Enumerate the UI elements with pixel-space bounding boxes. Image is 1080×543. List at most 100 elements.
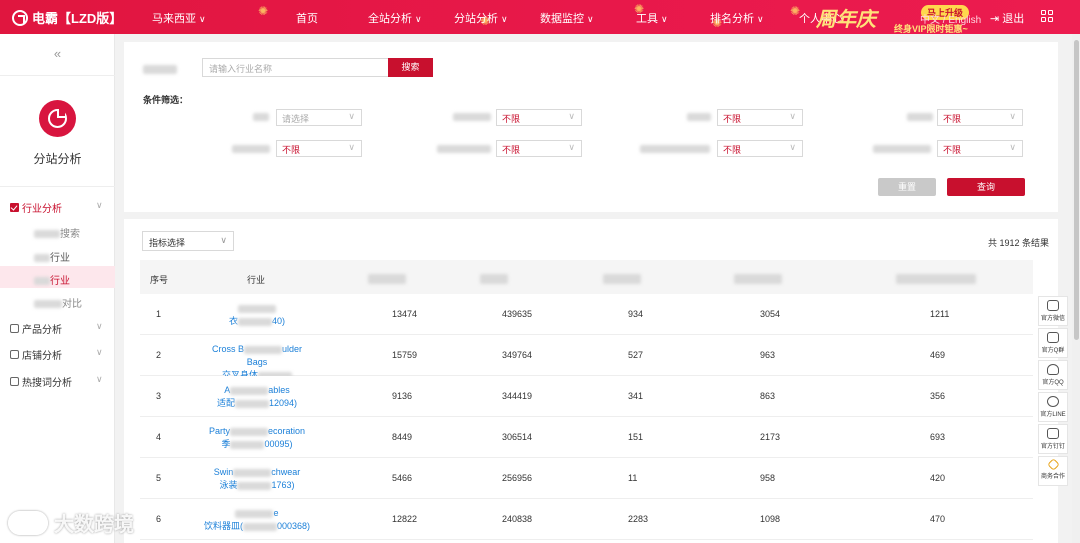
wechat-contact-button[interactable]: 官方微信 [1038,296,1068,326]
scrollbar-thumb[interactable] [1074,40,1079,340]
filter-select-value: 请选择 [282,114,310,124]
row-index: 2 [156,350,162,360]
industry-name-en-suffix: e [273,508,279,518]
column-header-metric[interactable] [368,273,406,284]
float-item-label: 官方钉钉 [1040,444,1065,450]
table-row: 5 Swin chwear 泳装 1763) 5466 256956 11 958 420 [140,458,1033,499]
sidebar-item-industry-analysis[interactable]: 行业分析 [10,200,62,215]
filter-select-value: 不限 [723,114,742,124]
region-selector[interactable]: 马来西亚 ∨ [152,10,206,26]
query-button[interactable]: 查询 [947,178,1025,196]
logout-button[interactable]: ⇥ 退出 [990,10,1024,26]
metric-value: 240838 [502,514,533,524]
sidebar-subitem[interactable]: 搜索 [34,225,80,240]
search-input[interactable]: 请输入行业名称 [202,58,388,77]
qq-group-contact-button[interactable]: 官方Q群 [1038,328,1068,358]
industry-name-cn: 季 [221,439,231,449]
nav-data-monitor-label: 数据监控 [540,13,584,25]
float-item-label: 官方Q群 [1041,348,1065,354]
table-row: 2Cross Bulder Bags交叉身体10001954)157593497… [140,335,1033,393]
sidebar-subitem-active[interactable]: 行业 [34,272,70,287]
sidebar-item-hot-keyword-analysis[interactable]: 热搜词分析 [10,374,72,389]
sidebar-item-label: 产品分析 [22,325,62,336]
filter-select[interactable]: 不限 ∨ [937,140,1023,157]
language-switch[interactable]: 中文 / English [920,11,981,26]
filter-select-value: 不限 [943,145,962,155]
filter-select-value: 不限 [502,145,521,155]
logout-icon: ⇥ [990,13,1000,25]
column-header-metric[interactable] [896,273,976,284]
sidebar-subitem[interactable]: 对比 [34,295,82,310]
chevron-down-icon: ∨ [661,14,668,24]
metric-value: 13474 [392,309,418,319]
product-icon [10,324,19,333]
nav-tools[interactable]: 工具 ∨ [636,10,668,26]
metric-value: 863 [760,391,776,401]
business-cooperation-button[interactable]: 商务合作 [1038,456,1068,486]
metric-value: 344419 [502,391,533,401]
qq-contact-button[interactable]: 官方QQ [1038,360,1068,390]
nav-home[interactable]: 首页 [296,10,318,26]
metric-value: 11 [628,473,638,483]
result-count: 共 1912 条结果 [988,238,1050,248]
reset-button[interactable]: 重置 [878,178,936,196]
industry-name-cn: 泳装 [219,480,238,490]
industry-link[interactable]: Party ecoration 季 00095) [202,425,312,451]
redacted-text [230,440,265,449]
chevron-down-icon: ∨ [587,14,594,24]
nav-ranking[interactable]: 排名分析 ∨ [710,10,764,26]
column-header-metric[interactable] [734,273,782,284]
filter-label [232,145,270,153]
line-contact-button[interactable]: 官方LINE [1038,392,1068,422]
region-label: 马来西亚 [152,13,196,25]
search-button[interactable]: 搜索 [388,58,433,77]
industry-link[interactable]: e 饮料器皿(000368) [202,507,312,533]
filter-select[interactable]: 请选择 ∨ [276,109,362,126]
nav-data-monitor[interactable]: 数据监控 ∨ [540,10,594,26]
brand-logo[interactable]: 电霸【LZD版】 [12,8,122,27]
chevron-down-icon: ∨ [96,200,103,210]
chevron-down-icon: ∨ [568,142,575,152]
qq-icon [1047,364,1059,375]
floating-contact-bar: 官方微信 官方Q群 官方QQ 官方LINE 官方钉钉 商务合作 [1038,296,1068,486]
filter-select[interactable]: 不限 ∨ [717,109,803,126]
filter-title: 条件筛选： [143,95,189,105]
industry-link[interactable]: 衣 40) [202,302,312,328]
nav-site-analysis[interactable]: 全站分析 ∨ [368,10,422,26]
sidebar-item-product-analysis[interactable]: 产品分析 [10,321,62,336]
column-header-metric[interactable] [603,273,641,284]
filter-select[interactable]: 不限 ∨ [496,109,582,126]
industry-id: 40) [272,316,286,326]
divider [0,186,115,187]
collapse-sidebar-icon[interactable]: « [0,46,115,61]
filter-select[interactable]: 不限 ∨ [937,109,1023,126]
metric-value: 958 [760,473,776,483]
metric-value: 469 [930,350,946,360]
filter-label [453,113,491,121]
sidebar-item-store-analysis[interactable]: 店铺分析 [10,347,62,362]
filter-select[interactable]: 不限 ∨ [717,140,803,157]
industry-link[interactable]: Swin chwear 泳装 1763) [202,466,312,492]
column-header-metric[interactable] [480,273,508,284]
apps-grid-icon[interactable] [1041,10,1054,23]
table-row: 3 Aables 适配 12094) 9136 344419 341 863 356 [140,376,1033,417]
sidebar-subitem[interactable]: 行业 [34,249,70,264]
column-header-industry[interactable]: 行业 [247,273,265,286]
filter-select[interactable]: 不限 ∨ [496,140,582,157]
firework-decoration: ✺ [258,4,269,18]
industry-name-en: Cross B [211,344,244,354]
metric-select[interactable]: 指标选择 ∨ [142,231,234,251]
metric-select-label: 指标选择 [149,238,186,248]
industry-link[interactable]: Aables 适配 12094) [202,384,312,410]
sidebar-subitem-label: 行业 [50,276,70,287]
nav-ranking-label: 排名分析 [710,13,754,25]
sidebar-subitem-label: 行业 [50,253,70,264]
nav-sub-site-analysis[interactable]: 分站分析 ∨ [454,10,508,26]
filter-select-value: 不限 [943,114,962,124]
industry-name-cn: 适配 [216,398,235,408]
metric-value: 693 [930,432,946,442]
dingtalk-contact-button[interactable]: 官方钉钉 [1038,424,1068,454]
filter-select[interactable]: 不限 ∨ [276,140,362,157]
metric-value: 3054 [760,309,781,319]
industry-name-en-suffix: chwear [271,467,301,477]
